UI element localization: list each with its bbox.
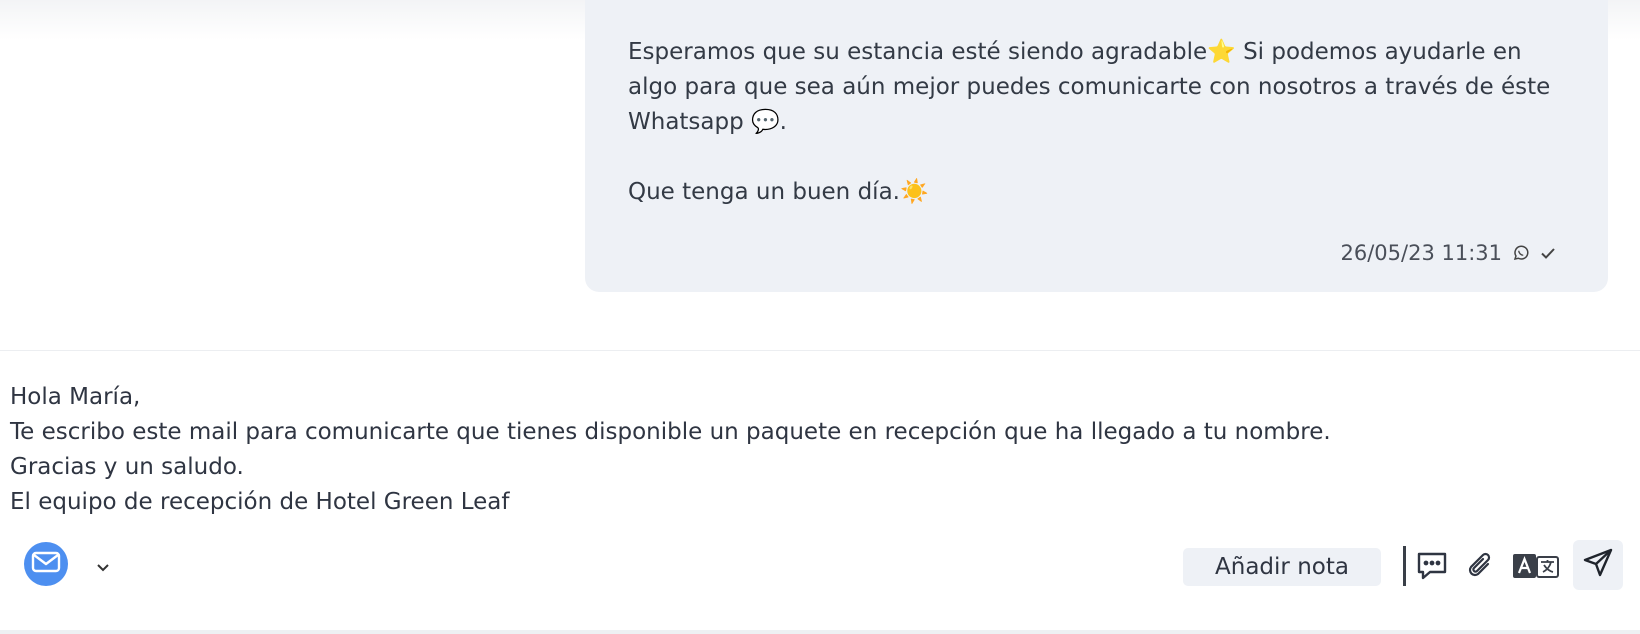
- message-timestamp: 26/05/23 11:31: [1340, 241, 1502, 265]
- send-button[interactable]: [1573, 540, 1623, 590]
- draft-line: Gracias y un saludo.: [10, 454, 244, 480]
- chevron-down-icon[interactable]: [94, 561, 112, 575]
- attachment-icon[interactable]: [1464, 548, 1496, 584]
- translate-icon[interactable]: [1512, 550, 1560, 582]
- message-bubble: Esperamos que su estancia esté siendo ag…: [585, 0, 1608, 292]
- check-icon: [1540, 246, 1556, 260]
- message-line: Que tenga un buen día.☀️: [628, 179, 929, 205]
- divider: [0, 350, 1640, 351]
- message-text: Esperamos que su estancia esté siendo ag…: [628, 35, 1558, 210]
- message-meta: 26/05/23 11:31: [1340, 241, 1556, 265]
- message-draft-editor[interactable]: Hola María, Te escribo este mail para co…: [10, 380, 1610, 520]
- draft-line: El equipo de recepción de Hotel Green Le…: [10, 489, 510, 515]
- bottom-border: [0, 630, 1640, 634]
- draft-line: Te escribo este mail para comunicarte qu…: [10, 419, 1331, 445]
- quick-reply-icon[interactable]: [1414, 548, 1450, 584]
- whatsapp-icon: [1512, 244, 1530, 262]
- send-icon: [1582, 547, 1614, 583]
- channel-select-button[interactable]: [24, 542, 68, 586]
- mail-icon: [31, 551, 61, 577]
- draft-line: Hola María,: [10, 384, 141, 410]
- toolbar-separator: [1403, 546, 1406, 586]
- message-line: Esperamos que su estancia esté siendo ag…: [628, 39, 1551, 135]
- add-note-button[interactable]: Añadir nota: [1183, 548, 1381, 586]
